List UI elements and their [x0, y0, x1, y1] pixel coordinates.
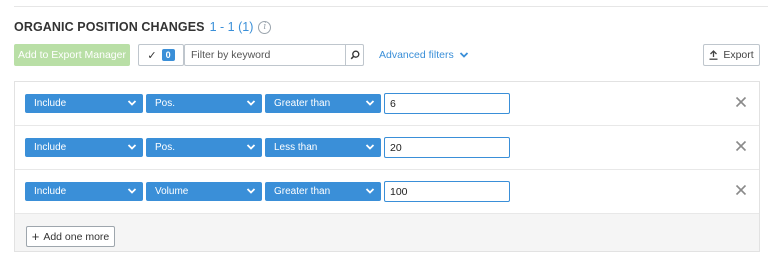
field-select[interactable]: Pos. [146, 94, 262, 113]
filter-value-input[interactable] [384, 93, 510, 114]
include-select[interactable]: Include [25, 182, 143, 201]
include-select-value: Include [34, 98, 67, 109]
add-to-export-manager-button[interactable]: Add to Export Manager [14, 44, 130, 66]
search-button[interactable] [345, 44, 364, 66]
chevron-down-icon [365, 144, 375, 150]
filter-row: Include Pos. Less than [15, 126, 759, 170]
filter-value-input[interactable] [384, 181, 510, 202]
field-select-value: Pos. [155, 142, 176, 153]
field-select[interactable]: Pos. [146, 138, 262, 157]
chevron-down-icon [459, 52, 468, 58]
close-icon[interactable] [735, 184, 747, 196]
chevron-down-icon [246, 188, 256, 194]
filter-row: Include Pos. Greater than [15, 82, 759, 126]
export-button[interactable]: Export [703, 44, 760, 66]
operator-select-value: Greater than [274, 186, 331, 197]
search-icon [350, 50, 359, 60]
include-select-value: Include [34, 142, 67, 153]
select-checkbox-button[interactable]: ✓ 0 [138, 44, 184, 66]
advanced-filters-toggle[interactable]: Advanced filters [379, 44, 469, 66]
field-select[interactable]: Volume [146, 182, 262, 201]
include-select[interactable]: Include [25, 138, 143, 157]
include-select-value: Include [34, 186, 67, 197]
chevron-down-icon [127, 144, 137, 150]
page-title: ORGANIC POSITION CHANGES [14, 20, 205, 34]
close-icon[interactable] [735, 96, 747, 108]
header: ORGANIC POSITION CHANGES 1 - 1 (1) i [14, 17, 272, 37]
close-icon[interactable] [735, 140, 747, 152]
filter-value-input[interactable] [384, 137, 510, 158]
advanced-filters-label: Advanced filters [379, 49, 454, 61]
checkmark-icon: ✓ [147, 49, 157, 62]
info-icon[interactable]: i [258, 20, 272, 34]
export-label: Export [723, 49, 754, 61]
result-count: 1 - 1 (1) [209, 20, 254, 34]
filters-footer: + Add one more [15, 214, 759, 251]
field-select-value: Volume [155, 186, 189, 197]
chevron-down-icon [127, 188, 137, 194]
filter-row: Include Volume Greater than [15, 170, 759, 214]
include-select[interactable]: Include [25, 94, 143, 113]
upload-icon [709, 50, 718, 60]
keyword-filter-input[interactable] [184, 44, 346, 66]
field-select-value: Pos. [155, 98, 176, 109]
plus-icon: + [31, 229, 40, 244]
add-one-more-label: Add one more [43, 230, 110, 243]
operator-select[interactable]: Greater than [265, 94, 381, 113]
operator-select-value: Greater than [274, 98, 331, 109]
chevron-down-icon [365, 100, 375, 106]
operator-select[interactable]: Greater than [265, 182, 381, 201]
chevron-down-icon [127, 100, 137, 106]
chevron-down-icon [246, 144, 256, 150]
advanced-filters-panel: Include Pos. Greater than Include Pos. L… [14, 81, 760, 252]
selected-count-badge: 0 [161, 49, 175, 61]
chevron-down-icon [246, 100, 256, 106]
top-divider [14, 6, 768, 7]
toolbar: Add to Export Manager ✓ 0 Advanced filte… [14, 44, 760, 66]
operator-select-value: Less than [274, 142, 318, 153]
add-one-more-button[interactable]: + Add one more [26, 226, 115, 247]
chevron-down-icon [365, 188, 375, 194]
operator-select[interactable]: Less than [265, 138, 381, 157]
